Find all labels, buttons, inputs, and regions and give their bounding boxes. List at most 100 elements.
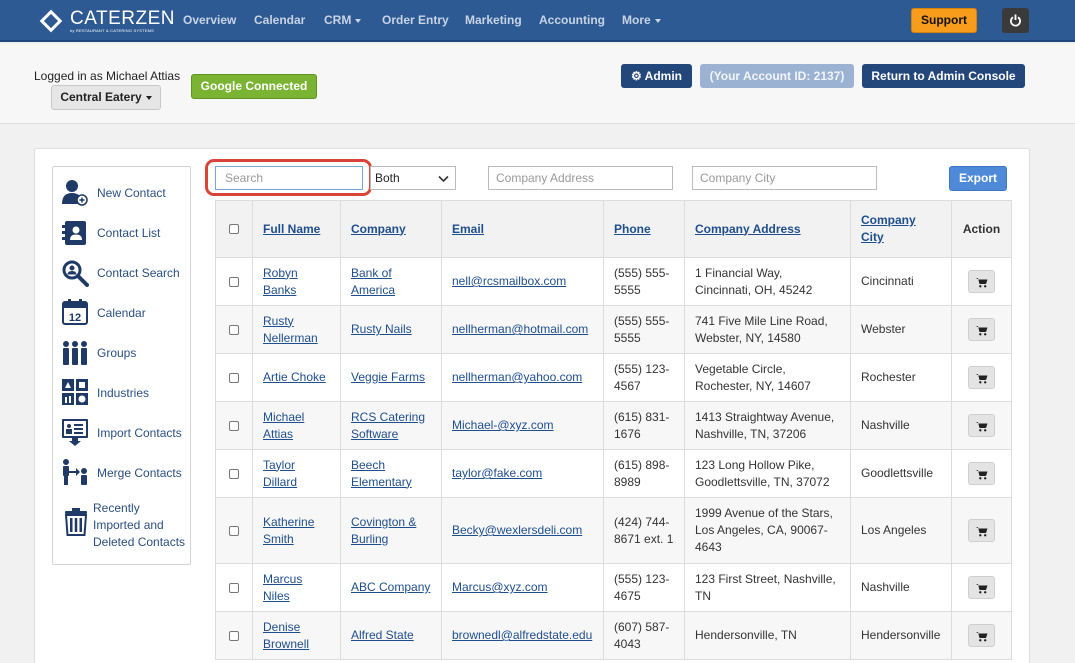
contact-name-link[interactable]: Artie Choke xyxy=(263,370,326,384)
contact-name-link[interactable]: Marcus Niles xyxy=(263,572,302,603)
email-link[interactable]: Michael-@xyz.com xyxy=(452,418,554,432)
row-checkbox[interactable] xyxy=(229,582,239,593)
export-button[interactable]: Export xyxy=(949,166,1007,191)
sidebar-item-recently-imported-deleted[interactable]: Recently Imported and Deleted Contacts xyxy=(53,493,190,555)
contact-name-link[interactable]: Michael Attias xyxy=(263,410,304,441)
row-select-cell xyxy=(215,449,253,498)
nav-more[interactable]: More xyxy=(622,13,661,27)
company-city-filter[interactable] xyxy=(692,166,877,190)
row-checkbox[interactable] xyxy=(229,324,239,335)
sidebar-item-industries[interactable]: Industries xyxy=(53,373,190,413)
sort-full-name-link[interactable]: Full Name xyxy=(263,222,320,236)
phone-cell: (607) 587-4043 xyxy=(603,611,685,660)
row-checkbox[interactable] xyxy=(229,468,239,479)
row-checkbox[interactable] xyxy=(229,630,239,641)
sort-company-city-link[interactable]: Company City xyxy=(861,213,916,244)
order-button[interactable] xyxy=(968,624,995,647)
company-address-cell: 741 Five Mile Line Road, Webster, NY, 14… xyxy=(684,305,851,354)
company-city-cell: Goodlettsville xyxy=(850,449,952,498)
email-link[interactable]: nellherman@hotmail.com xyxy=(452,322,588,336)
google-connected-button[interactable]: Google Connected xyxy=(191,74,317,99)
sidebar-item-groups[interactable]: Groups xyxy=(53,333,190,373)
nav-accounting[interactable]: Accounting xyxy=(539,13,605,27)
nav-overview[interactable]: Overview xyxy=(183,13,236,27)
full-name-cell: Michael Attias xyxy=(252,401,341,450)
company-city-cell: Webster xyxy=(850,305,952,354)
email-link[interactable]: nellherman@yahoo.com xyxy=(452,370,582,384)
contact-name-link[interactable]: Taylor Dillard xyxy=(263,458,297,489)
sort-email-link[interactable]: Email xyxy=(452,222,484,236)
company-link[interactable]: Covington & Burling xyxy=(351,515,416,546)
contact-name-link[interactable]: Robyn Banks xyxy=(263,266,298,297)
row-checkbox[interactable] xyxy=(229,525,239,536)
nav-order-entry[interactable]: Order Entry xyxy=(382,13,449,27)
company-link[interactable]: Bank of America xyxy=(351,266,395,297)
company-link[interactable]: Rusty Nails xyxy=(351,322,412,336)
company-address-filter[interactable] xyxy=(488,166,673,190)
email-link[interactable]: taylor@fake.com xyxy=(452,466,542,480)
nav-calendar[interactable]: Calendar xyxy=(254,13,305,27)
company-cell: ABC Company xyxy=(340,563,442,612)
header-company-city: Company City xyxy=(850,200,952,258)
order-button[interactable] xyxy=(968,576,995,599)
sidebar-item-contact-list[interactable]: Contact List xyxy=(53,213,190,253)
location-dropdown[interactable]: Central Eatery xyxy=(51,85,161,110)
shopping-cart-icon xyxy=(976,422,988,432)
sort-company-address-link[interactable]: Company Address xyxy=(695,222,801,236)
action-cell xyxy=(951,497,1012,564)
company-cell: Beech Elementary xyxy=(340,449,442,498)
order-button[interactable] xyxy=(968,318,995,341)
contact-name-link[interactable]: Denise Brownell xyxy=(263,620,309,651)
action-cell xyxy=(951,257,1012,306)
full-name-cell: Taylor Dillard xyxy=(252,449,341,498)
order-button[interactable] xyxy=(968,462,995,485)
company-link[interactable]: Beech Elementary xyxy=(351,458,412,489)
return-admin-console-button[interactable]: Return to Admin Console xyxy=(862,64,1025,88)
sidebar-item-import-contacts[interactable]: Import Contacts xyxy=(53,413,190,453)
caterzen-logo[interactable]: CATERZEN by RESTAURANT & CATERING SYSTEM… xyxy=(38,8,175,34)
calendar-icon: 12 xyxy=(62,299,88,325)
company-cell: Covington & Burling xyxy=(340,497,442,564)
admin-button[interactable]: ⚙ Admin xyxy=(621,64,692,88)
email-link[interactable]: Marcus@xyz.com xyxy=(452,580,548,594)
table-row: Taylor Dillard Beech Elementary taylor@fak… xyxy=(215,449,1012,498)
company-link[interactable]: ABC Company xyxy=(351,580,430,594)
shopping-cart-icon xyxy=(976,470,988,480)
logout-button[interactable] xyxy=(1002,8,1029,33)
email-link[interactable]: nell@rcsmailbox.com xyxy=(452,274,566,288)
sidebar-item-merge-contacts[interactable]: Merge Contacts xyxy=(53,453,190,493)
sidebar-item-calendar[interactable]: 12 Calendar xyxy=(53,293,190,333)
search-scope-select[interactable]: Both xyxy=(370,166,456,190)
row-checkbox[interactable] xyxy=(229,420,239,431)
contact-name-link[interactable]: Rusty Nellerman xyxy=(263,314,318,345)
order-button[interactable] xyxy=(968,366,995,389)
company-link[interactable]: Alfred State xyxy=(351,628,414,642)
row-checkbox[interactable] xyxy=(229,276,239,287)
company-link[interactable]: Veggie Farms xyxy=(351,370,425,384)
magnifier-icon xyxy=(62,260,89,287)
sort-phone-link[interactable]: Phone xyxy=(614,222,651,236)
email-link[interactable]: brownedl@alfredstate.edu xyxy=(452,628,592,642)
email-link[interactable]: Becky@wexlersdeli.com xyxy=(452,523,582,537)
email-cell: Becky@wexlersdeli.com xyxy=(441,497,604,564)
support-button[interactable]: Support xyxy=(911,8,977,33)
nav-marketing[interactable]: Marketing xyxy=(465,13,522,27)
order-button[interactable] xyxy=(968,519,995,542)
sidebar-item-new-contact[interactable]: New Contact xyxy=(53,173,190,213)
admin-label: Admin xyxy=(644,69,682,83)
company-address-cell: 123 First Street, Nashville, TN xyxy=(684,563,851,612)
order-button[interactable] xyxy=(968,414,995,437)
order-button[interactable] xyxy=(968,270,995,293)
sort-company-link[interactable]: Company xyxy=(351,222,406,236)
action-cell xyxy=(951,353,1012,402)
sidebar-item-contact-search[interactable]: Contact Search xyxy=(53,253,190,293)
row-checkbox[interactable] xyxy=(229,372,239,383)
select-all-checkbox[interactable] xyxy=(229,224,239,235)
company-link[interactable]: RCS Catering Software xyxy=(351,410,425,441)
header-company-address: Company Address xyxy=(684,200,851,258)
contact-name-link[interactable]: Katherine Smith xyxy=(263,515,314,546)
nav-crm[interactable]: CRM xyxy=(324,13,362,27)
table-row: Michael Attias RCS Catering Software Micha… xyxy=(215,401,1012,450)
row-select-cell xyxy=(215,305,253,354)
search-input[interactable] xyxy=(215,166,363,190)
